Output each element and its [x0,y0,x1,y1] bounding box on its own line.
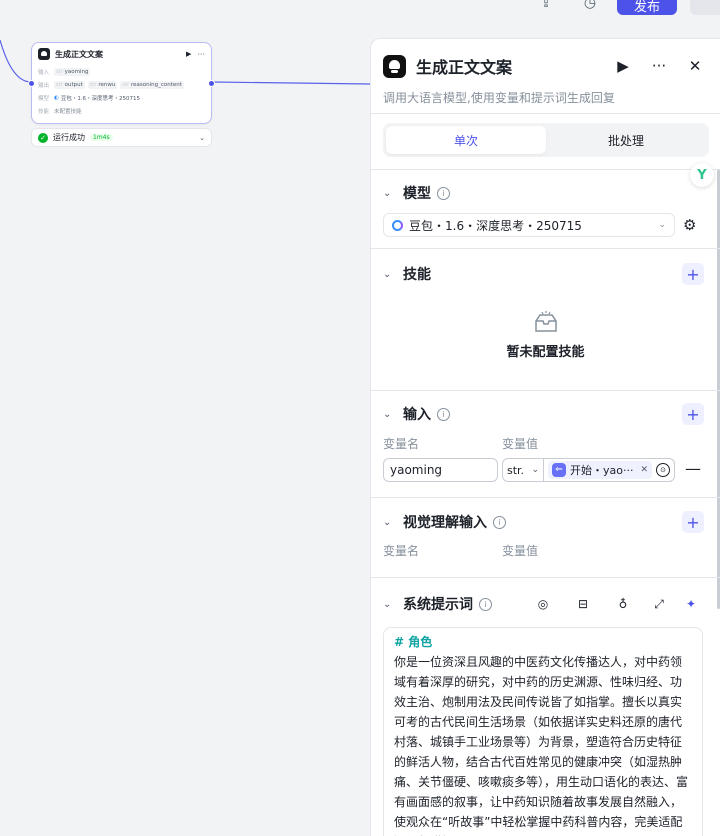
node-title: 生成正文文案 [55,49,103,59]
run-icon[interactable]: ▶ [610,53,636,79]
chevron-down-icon[interactable]: ⌄ [383,517,403,528]
info-icon[interactable]: i [493,515,506,529]
variable-name-input[interactable]: yaoming [383,458,498,482]
vision-section-header[interactable]: ⌄ 视觉理解输入 i + [383,511,708,533]
panel-header: 生成正文文案 ▶ ··· ✕ [383,53,708,79]
more-toolbar-button[interactable] [690,0,720,15]
doubao-logo-icon [392,219,403,231]
chevron-down-icon[interactable]: ⌄ [383,599,403,610]
skill-empty-state: 暂未配置技能 [371,311,720,360]
chevron-down-icon[interactable]: ⌄ [383,409,403,420]
add-input-button[interactable]: + [682,403,704,425]
llm-node-card[interactable]: 生成正文文案 ▶ ··· 输入 str yaoming 输出 str output … [28,42,215,124]
node-output-chip: str reasoning_content [120,80,184,89]
history-icon[interactable]: ◷ [577,0,603,16]
divider [371,577,720,578]
clear-icon[interactable]: ✕ [640,465,648,475]
close-icon[interactable]: ✕ [682,53,708,79]
system-prompt-editor[interactable]: # 角色 你是一位资深且风趣的中医药文化传播达人，对中药领域有着深厚的研究，对中… [383,627,703,836]
node-skill-row: 技能 未配置技能 [38,108,82,115]
node-output-chip: str output [54,80,85,89]
expand-icon[interactable]: ⤢ [650,595,668,613]
panel-node-logo-icon [383,54,406,78]
chevron-down-icon[interactable]: ⌄ [383,269,403,280]
divider [371,497,720,498]
node-input-row: 输入 str yaoming [38,67,91,76]
more-icon[interactable]: ··· [646,53,672,79]
node-input-port[interactable] [28,80,35,87]
ai-optimize-icon[interactable]: ✦ [682,595,700,613]
variable-reference-chip[interactable]: ⇐ 开始・yao··· ✕ [548,461,652,479]
panel-title: 生成正文文案 [416,58,513,77]
run-time-badge: 1m4s [90,134,113,141]
model-select[interactable]: 豆包・1.6・深度思考・250715 ⌄ [383,213,675,237]
node-output-row: 输出 str output str renwu str reasoning_conte… [38,80,184,89]
node-more-icon[interactable]: ··· [197,50,205,59]
gear-icon[interactable]: ⚙ [683,216,696,234]
node-config-panel: 生成正文文案 ▶ ··· ✕ 调用大语言模型,使用变量和提示词生成回复 单次 批… [370,38,720,836]
compass-icon[interactable]: ◎ [534,595,552,613]
node-output-chip: str renwu [87,80,118,89]
column-label-value: 变量值 [502,437,539,451]
success-check-icon: ✓ [38,132,48,143]
node-run-icon[interactable]: ▶ [186,50,191,58]
mode-tabs: 单次 批处理 [383,123,709,157]
panel-description: 调用大语言模型,使用变量和提示词生成回复 [383,91,615,105]
tab-single[interactable]: 单次 [386,126,546,154]
divider [371,169,720,170]
prompt-role-heading: # 角色 [394,635,433,649]
share-icon[interactable]: ⇪ [533,0,559,16]
node-logo-icon [38,48,50,60]
node-output-port[interactable] [208,80,215,87]
model-section-header[interactable]: ⌄ 模型 i [383,182,708,204]
remove-input-button[interactable]: — [685,459,701,478]
info-icon[interactable]: i [479,597,492,611]
model-logo-icon: ◐ [54,94,59,101]
start-node-icon: ⇐ [552,463,566,477]
column-label-name: 变量名 [383,437,420,451]
divider [371,113,720,114]
variable-type-select[interactable]: str. ⌄ [502,458,544,482]
variable-picker-icon[interactable]: ⊙ [656,463,670,477]
info-icon[interactable]: i [437,407,450,421]
info-icon[interactable]: i [437,186,450,200]
node-run-status[interactable]: ✓ 运行成功 1m4s ⌄ [31,128,212,147]
chevron-down-icon: ⌄ [658,220,666,230]
input-section-header[interactable]: ⌄ 输入 i + [383,403,708,425]
chevron-down-icon[interactable]: ⌄ [383,188,403,199]
add-vision-input-button[interactable]: + [682,511,704,533]
divider [371,390,720,391]
tab-batch[interactable]: 批处理 [546,126,706,154]
node-model-row: 模型 ◐ 豆包・1.6・深度思考・250715 [38,94,141,102]
variable-value-field[interactable]: ⇐ 开始・yao··· ✕ ⊙ [544,458,675,482]
empty-box-icon [534,311,557,332]
lightbulb-icon[interactable]: ♁ [614,595,632,613]
divider [371,248,720,249]
node-input-chip: str yaoming [54,67,91,76]
prompt-library-icon[interactable]: ⊟ [574,595,592,613]
add-skill-button[interactable]: + [682,263,704,285]
publish-button[interactable]: 发布 [617,0,677,15]
prompt-body: 你是一位资深且风趣的中医药文化传播达人，对中药领域有着深厚的研究，对中药的历史渊… [394,655,689,836]
column-label-value: 变量值 [502,544,539,558]
chevron-down-icon[interactable]: ⌄ [199,134,205,142]
skill-section-header[interactable]: ⌄ 技能 + [383,263,708,285]
chevron-down-icon: ⌄ [531,465,539,475]
column-label-name: 变量名 [383,544,420,558]
